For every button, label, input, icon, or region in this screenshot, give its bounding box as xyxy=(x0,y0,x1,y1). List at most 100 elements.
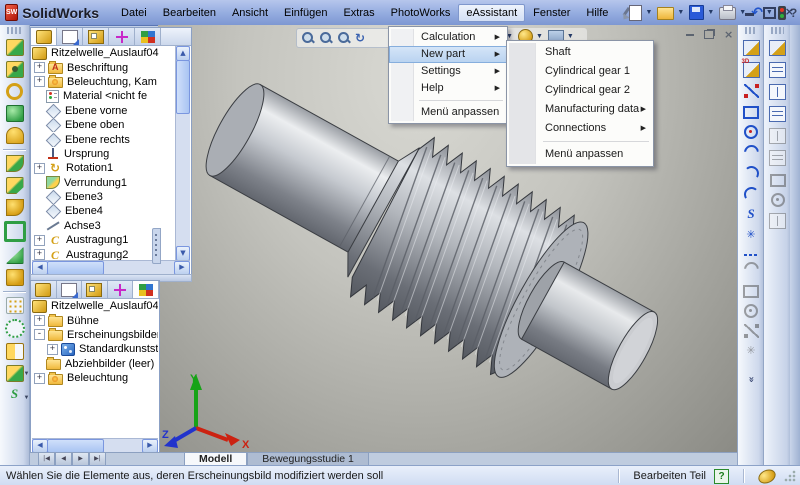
add-relation-icon[interactable] xyxy=(744,304,758,318)
menu-item-menue-anpassen[interactable]: Menü anpassen xyxy=(507,145,653,164)
tree-item[interactable]: +Beschriftung xyxy=(32,60,176,74)
lofted-boss-icon[interactable] xyxy=(6,199,24,216)
view-layout-icon[interactable] xyxy=(769,150,786,166)
menu-datei[interactable]: Datei xyxy=(113,4,155,22)
point-icon[interactable]: ✳ xyxy=(744,228,759,242)
extruded-cut-icon[interactable] xyxy=(6,61,24,78)
rib-icon[interactable] xyxy=(6,269,24,286)
menu-item-calculation[interactable]: Calculation▶ xyxy=(389,29,507,46)
expand-toggle[interactable]: + xyxy=(47,344,58,355)
expand-toggle[interactable]: - xyxy=(34,329,45,340)
expand-toggle[interactable]: + xyxy=(34,235,45,246)
centerline-icon[interactable] xyxy=(744,254,759,256)
tab-featuremanager[interactable] xyxy=(31,281,57,298)
tab-configurationmanager[interactable] xyxy=(82,281,108,298)
horizontal-scrollbar[interactable]: ◀ ▶ xyxy=(32,438,158,452)
scroll-down-arrow[interactable]: ▼ xyxy=(176,246,190,261)
menu-item-settings[interactable]: Settings▶ xyxy=(389,63,507,80)
tree-item[interactable]: +↻Rotation1 xyxy=(32,161,176,175)
tree-item[interactable]: +Beleuchtung, Kam xyxy=(32,75,176,89)
line-icon[interactable] xyxy=(744,84,759,98)
menu-item-cylindrical-gear-1[interactable]: Cylindrical gear 1 xyxy=(507,62,653,81)
menu-item-connections[interactable]: Connections▶ xyxy=(507,119,653,138)
curves-icon[interactable]: S▼ xyxy=(7,387,23,402)
mirror-icon[interactable] xyxy=(6,343,24,360)
chevron-down-icon[interactable]: ▼ xyxy=(645,9,652,16)
3d-sketch-icon[interactable] xyxy=(743,62,760,78)
sketch-icon[interactable] xyxy=(743,40,760,56)
mirror-entities-icon[interactable] xyxy=(743,285,759,298)
maximize-button[interactable] xyxy=(763,7,776,19)
tab-propertymanager[interactable] xyxy=(57,281,83,298)
shell-icon[interactable] xyxy=(4,221,26,242)
chevron-down-icon[interactable]: ▼ xyxy=(24,392,30,405)
revolved-boss-icon[interactable] xyxy=(6,83,23,100)
tab-displaymanager[interactable] xyxy=(135,28,161,45)
chevron-down-icon[interactable]: ▼ xyxy=(536,33,543,40)
expand-toggle[interactable]: + xyxy=(34,373,45,384)
toolbar-grip[interactable] xyxy=(771,27,784,34)
table-icon[interactable] xyxy=(769,62,786,78)
swept-boss-icon[interactable] xyxy=(6,105,24,122)
dome-icon[interactable] xyxy=(6,127,24,144)
centerpoint-arc-icon[interactable] xyxy=(744,145,759,160)
quick-tips-icon[interactable]: ? xyxy=(714,469,729,484)
scroll-left-arrow[interactable]: ◀ xyxy=(32,439,48,453)
display-relations-icon[interactable] xyxy=(744,324,759,338)
tree-item[interactable]: Ebene4 xyxy=(32,204,176,218)
menu-einfuegen[interactable]: Einfügen xyxy=(276,4,335,22)
minimize-button[interactable] xyxy=(745,13,754,16)
menu-item-manufacturing-data[interactable]: Manufacturing data▶ xyxy=(507,100,653,119)
expand-toggle[interactable]: + xyxy=(34,62,45,73)
chevron-down-icon[interactable]: ▼ xyxy=(24,371,30,377)
zoom-area-icon[interactable] xyxy=(319,31,333,45)
scrollbar-thumb[interactable] xyxy=(47,439,104,453)
tree-item[interactable]: +Bühne xyxy=(32,313,158,327)
expand-toggle[interactable]: + xyxy=(34,76,45,87)
tree-item[interactable]: -Erscheinungsbilder (S xyxy=(32,328,158,342)
tree-root[interactable]: Ritzelwelle_Auslauf04 xyxy=(32,46,176,60)
new-document-icon[interactable] xyxy=(629,5,642,21)
scrollbar-thumb[interactable] xyxy=(176,60,190,114)
menu-hilfe[interactable]: Hilfe xyxy=(578,4,616,22)
expand-toggle[interactable]: + xyxy=(34,249,45,260)
save-icon[interactable] xyxy=(689,5,704,20)
tree-item[interactable]: Ursprung xyxy=(32,147,176,161)
view-layout-icon[interactable] xyxy=(769,128,786,144)
menu-photoworks[interactable]: PhotoWorks xyxy=(383,4,459,22)
tree-item[interactable]: Verrundung1 xyxy=(32,176,176,190)
menu-bearbeiten[interactable]: Bearbeiten xyxy=(155,4,224,22)
tab-dimxpert[interactable] xyxy=(109,28,135,45)
chevron-down-icon[interactable]: ▼ xyxy=(707,9,714,16)
vertical-scrollbar[interactable]: ▲ ▼ xyxy=(175,46,190,261)
sketch-fillet-icon[interactable] xyxy=(744,262,759,277)
zoom-fit-icon[interactable] xyxy=(301,31,315,45)
menu-extras[interactable]: Extras xyxy=(335,4,382,22)
tree-item[interactable]: Ebene vorne xyxy=(32,104,176,118)
relation-icon[interactable] xyxy=(769,213,786,229)
tab-configurationmanager[interactable] xyxy=(83,28,109,45)
menu-item-new-part[interactable]: New part▶ xyxy=(389,46,507,63)
relation-icon[interactable] xyxy=(770,174,786,187)
circular-pattern-icon[interactable] xyxy=(5,319,25,338)
expand-toggle[interactable]: + xyxy=(34,315,45,326)
doc-close-button[interactable]: × xyxy=(724,30,733,39)
relation-icon[interactable] xyxy=(771,193,785,207)
tree-item[interactable]: Ebene rechts xyxy=(32,132,176,146)
resize-grip[interactable] xyxy=(784,470,796,482)
menu-eassistant[interactable]: eAssistant xyxy=(458,4,525,22)
quick-snaps-icon[interactable]: ✳ xyxy=(744,344,759,358)
tab-featuremanager[interactable] xyxy=(31,28,57,45)
draft-icon[interactable] xyxy=(6,247,24,264)
fillet-icon[interactable] xyxy=(6,155,24,172)
3-point-arc-icon[interactable] xyxy=(740,184,761,205)
tree-item[interactable]: +Standardkunststo xyxy=(32,342,158,356)
panel-splitter-handle[interactable] xyxy=(152,228,161,264)
edit-color-icon[interactable] xyxy=(769,40,786,56)
menu-fenster[interactable]: Fenster xyxy=(525,4,578,22)
tree-item[interactable]: Abziehbilder (leer) xyxy=(32,357,158,371)
print-icon[interactable] xyxy=(719,7,736,20)
chevron-down-icon[interactable]: ▼ xyxy=(567,33,574,40)
tab-dimxpert[interactable] xyxy=(108,281,134,298)
tree-root[interactable]: Ritzelwelle_Auslauf04200 xyxy=(32,299,158,313)
